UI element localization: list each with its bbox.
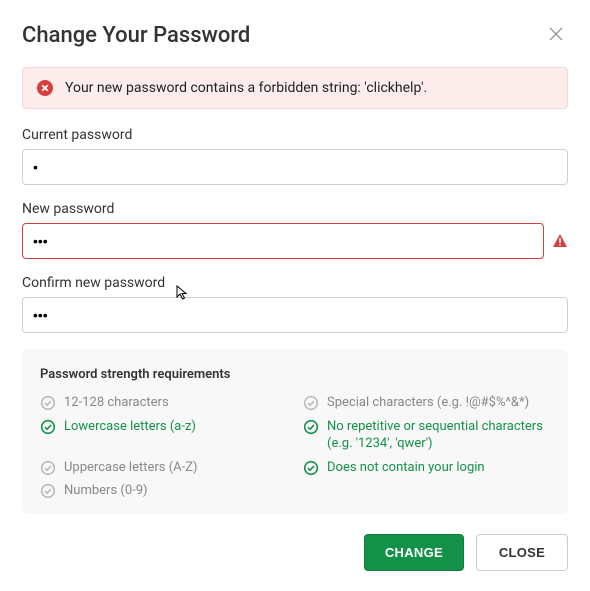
requirement-text: Special characters (e.g. !@#$%^&*) — [327, 394, 529, 412]
requirements-title: Password strength requirements — [40, 367, 550, 382]
current-password-field: Current password — [22, 127, 568, 185]
confirm-password-input[interactable] — [22, 297, 568, 333]
requirement-item: No repetitive or sequential characters (… — [303, 418, 550, 453]
change-button[interactable]: CHANGE — [364, 534, 464, 571]
warning-icon — [552, 233, 568, 249]
check-unmet-icon — [40, 395, 56, 411]
close-icon — [548, 26, 564, 45]
requirement-text: No repetitive or sequential characters (… — [327, 418, 550, 453]
confirm-password-field: Confirm new password — [22, 275, 568, 333]
requirement-text: Uppercase letters (A-Z) — [64, 459, 198, 477]
requirement-item: Special characters (e.g. !@#$%^&*) — [303, 394, 550, 412]
check-met-icon — [303, 419, 319, 435]
new-password-label: New password — [22, 201, 568, 217]
requirement-text: Numbers (0-9) — [64, 482, 148, 500]
change-password-dialog: Change Your Password Your new password c… — [0, 0, 590, 591]
dialog-header: Change Your Password — [22, 22, 568, 49]
close-button[interactable] — [544, 22, 568, 49]
requirements-list: 12-128 characters Special characters (e.g… — [40, 394, 550, 500]
new-password-input[interactable] — [22, 223, 544, 259]
check-unmet-icon — [40, 460, 56, 476]
requirement-item: Uppercase letters (A-Z) — [40, 459, 287, 477]
requirement-item: Lowercase letters (a-z) — [40, 418, 287, 453]
check-met-icon — [303, 460, 319, 476]
requirement-text: Lowercase letters (a-z) — [64, 418, 196, 436]
requirement-item: 12-128 characters — [40, 394, 287, 412]
check-unmet-icon — [40, 483, 56, 499]
requirements-panel: Password strength requirements 12-128 ch… — [22, 349, 568, 514]
new-password-field: New password — [22, 201, 568, 259]
check-met-icon — [40, 419, 56, 435]
requirement-item: Numbers (0-9) — [40, 482, 287, 500]
confirm-password-label: Confirm new password — [22, 275, 568, 291]
current-password-label: Current password — [22, 127, 568, 143]
alert-message: Your new password contains a forbidden s… — [65, 80, 427, 96]
requirement-text: Does not contain your login — [327, 459, 485, 477]
close-action-button[interactable]: CLOSE — [476, 534, 568, 571]
error-icon — [37, 80, 53, 96]
current-password-input[interactable] — [22, 149, 568, 185]
check-unmet-icon — [303, 395, 319, 411]
requirement-text: 12-128 characters — [64, 394, 169, 412]
dialog-footer: CHANGE CLOSE — [22, 534, 568, 571]
error-alert: Your new password contains a forbidden s… — [22, 67, 568, 109]
dialog-title: Change Your Password — [22, 23, 250, 48]
requirement-item: Does not contain your login — [303, 459, 550, 477]
